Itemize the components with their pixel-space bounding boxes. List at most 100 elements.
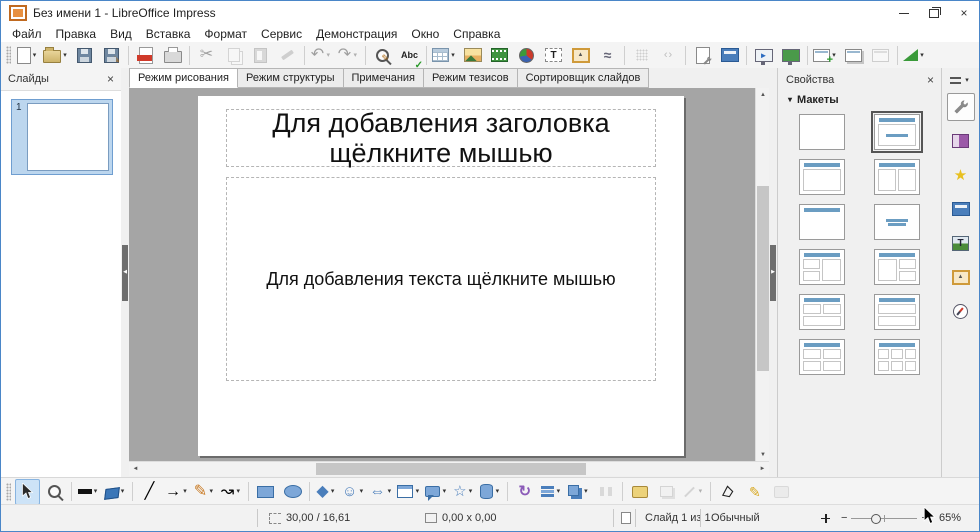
edit-points-button[interactable]	[715, 479, 740, 505]
layout-content-over-content[interactable]	[874, 294, 920, 330]
zoom-level-field[interactable]: 65%	[939, 505, 961, 531]
ellipse-tool-button[interactable]	[280, 479, 305, 505]
slide-thumbnail-1[interactable]: 1	[11, 99, 113, 175]
tab-normal-view[interactable]: Режим рисования	[129, 68, 238, 88]
slide-properties-button[interactable]	[690, 42, 715, 68]
tab-navigator[interactable]	[947, 297, 975, 325]
symbol-shapes-button[interactable]: ☺▾	[341, 479, 366, 505]
layout-six-content[interactable]	[874, 339, 920, 375]
insert-chart-button[interactable]	[514, 42, 539, 68]
insert-image-button[interactable]	[460, 42, 485, 68]
start-from-first-slide-button[interactable]: ►	[751, 42, 776, 68]
view-mode-field[interactable]: Обычный	[711, 505, 760, 531]
tab-master-slides[interactable]	[947, 195, 975, 223]
layout-two-content-over-content[interactable]	[799, 294, 845, 330]
menu-edit[interactable]: Правка	[49, 26, 104, 42]
scroll-down-arrow[interactable]: ▼	[756, 448, 770, 461]
spelling-button[interactable]: Abc✓	[397, 42, 422, 68]
arrange-dropdown[interactable]: ▾	[582, 488, 590, 495]
content-placeholder[interactable]: Для добавления текста щёлкните мышью	[226, 177, 656, 381]
layout-centered-text[interactable]	[874, 204, 920, 240]
3d-objects-button[interactable]: ▾	[478, 479, 503, 505]
fill-color-dropdown[interactable]: ▾	[119, 488, 127, 495]
stars-button[interactable]: ☆▾	[451, 479, 476, 505]
show-draw-functions-button[interactable]: ▾	[902, 42, 927, 68]
properties-panel-close-icon[interactable]: ×	[927, 74, 934, 86]
toolbar-grip[interactable]	[6, 46, 11, 64]
menu-tools[interactable]: Сервис	[254, 26, 309, 42]
layout-title-content[interactable]	[874, 114, 920, 150]
block-arrows-dropdown[interactable]: ▾	[385, 488, 393, 495]
tab-notes-view[interactable]: Примечания	[344, 68, 425, 88]
block-arrows-button[interactable]: ⇔▾	[368, 479, 394, 505]
duplicate-slide-button[interactable]	[841, 42, 866, 68]
draw-functions-dropdown[interactable]: ▾	[918, 52, 926, 59]
minimize-button[interactable]	[889, 1, 919, 25]
tab-slide-transition[interactable]	[947, 127, 975, 155]
slides-panel-close-icon[interactable]: ×	[107, 73, 114, 85]
rotate-button[interactable]: ↻	[512, 479, 537, 505]
basic-shapes-dropdown[interactable]: ▾	[329, 488, 337, 495]
insert-media-button[interactable]	[487, 42, 512, 68]
start-from-current-slide-button[interactable]	[778, 42, 803, 68]
menu-slideshow[interactable]: Демонстрация	[309, 26, 404, 42]
zoom-slider-thumb[interactable]	[871, 514, 881, 524]
slide-canvas[interactable]: Для добавления заголовка щёлкните мышью …	[129, 88, 755, 461]
layout-title-content-full[interactable]	[799, 159, 845, 195]
menu-view[interactable]: Вид	[103, 26, 139, 42]
layout-title-two-content[interactable]	[874, 159, 920, 195]
lines-and-arrows-button[interactable]: →▾	[164, 479, 190, 505]
save-button[interactable]	[72, 42, 97, 68]
menu-format[interactable]: Формат	[197, 26, 254, 42]
zoom-out-button[interactable]: −	[841, 513, 847, 524]
arrows-dropdown[interactable]: ▾	[181, 488, 189, 495]
export-pdf-button[interactable]	[133, 42, 158, 68]
new-slide-button[interactable]: +▾	[812, 42, 839, 68]
tab-gallery[interactable]: T	[947, 229, 975, 257]
menu-file[interactable]: Файл	[5, 26, 49, 42]
layout-blank[interactable]	[799, 114, 845, 150]
tab-slide-sorter-view[interactable]: Сортировщик слайдов	[518, 68, 650, 88]
tab-outline-view[interactable]: Режим структуры	[238, 68, 344, 88]
title-placeholder[interactable]: Для добавления заголовка щёлкните мышью	[226, 109, 656, 167]
sidebar-menu-button[interactable]: ▾	[950, 70, 971, 90]
save-as-button[interactable]: ✎	[99, 42, 124, 68]
insert-line-button[interactable]: ╱	[137, 479, 162, 505]
menu-window[interactable]: Окно	[404, 26, 446, 42]
scroll-up-arrow[interactable]: ▲	[756, 88, 770, 101]
stars-dropdown[interactable]: ▾	[467, 488, 475, 495]
collapse-left-handle[interactable]: ◀	[122, 245, 128, 301]
table-dropdown[interactable]: ▾	[449, 52, 457, 59]
tab-shapes[interactable]: ▲	[947, 263, 975, 291]
layout-two-content-content[interactable]	[799, 249, 845, 285]
fit-slide-button[interactable]	[821, 505, 830, 531]
print-button[interactable]	[160, 42, 185, 68]
vertical-scroll-thumb[interactable]	[757, 186, 769, 371]
layout-title-only[interactable]	[799, 204, 845, 240]
layouts-section-header[interactable]: ▾ Макеты	[778, 92, 942, 114]
menu-insert[interactable]: Вставка	[139, 26, 198, 42]
close-button[interactable]: ×	[949, 1, 979, 25]
slide-page[interactable]: Для добавления заголовка щёлкните мышью …	[198, 96, 684, 456]
callouts-dropdown[interactable]: ▾	[440, 488, 448, 495]
tab-animation[interactable]: ★	[947, 161, 975, 189]
vertical-scrollbar[interactable]: ▲ ▼	[755, 88, 770, 461]
open-dropdown[interactable]: ▾	[61, 52, 69, 59]
layout-content-two-content[interactable]	[874, 249, 920, 285]
insert-text-box-button[interactable]: T	[541, 42, 566, 68]
horizontal-scrollbar[interactable]: ◄ ►	[129, 461, 769, 476]
flowchart-button[interactable]: ▾	[396, 479, 422, 505]
flowchart-dropdown[interactable]: ▾	[413, 488, 421, 495]
glue-points-button[interactable]: ✎	[742, 479, 767, 505]
collapse-right-handle[interactable]: ▶	[770, 245, 776, 301]
zoom-slider[interactable]	[851, 518, 917, 519]
rectangle-tool-button[interactable]	[253, 479, 278, 505]
left-panel-splitter[interactable]: ◀	[121, 68, 129, 477]
symbol-shapes-dropdown[interactable]: ▾	[357, 488, 365, 495]
master-slide-button[interactable]	[717, 42, 742, 68]
right-panel-splitter[interactable]: ▶	[769, 68, 777, 477]
select-tool-button[interactable]	[15, 479, 40, 505]
header-footer-button[interactable]: ▲	[568, 42, 593, 68]
layout-four-content[interactable]	[799, 339, 845, 375]
scroll-right-arrow[interactable]: ►	[756, 462, 769, 476]
